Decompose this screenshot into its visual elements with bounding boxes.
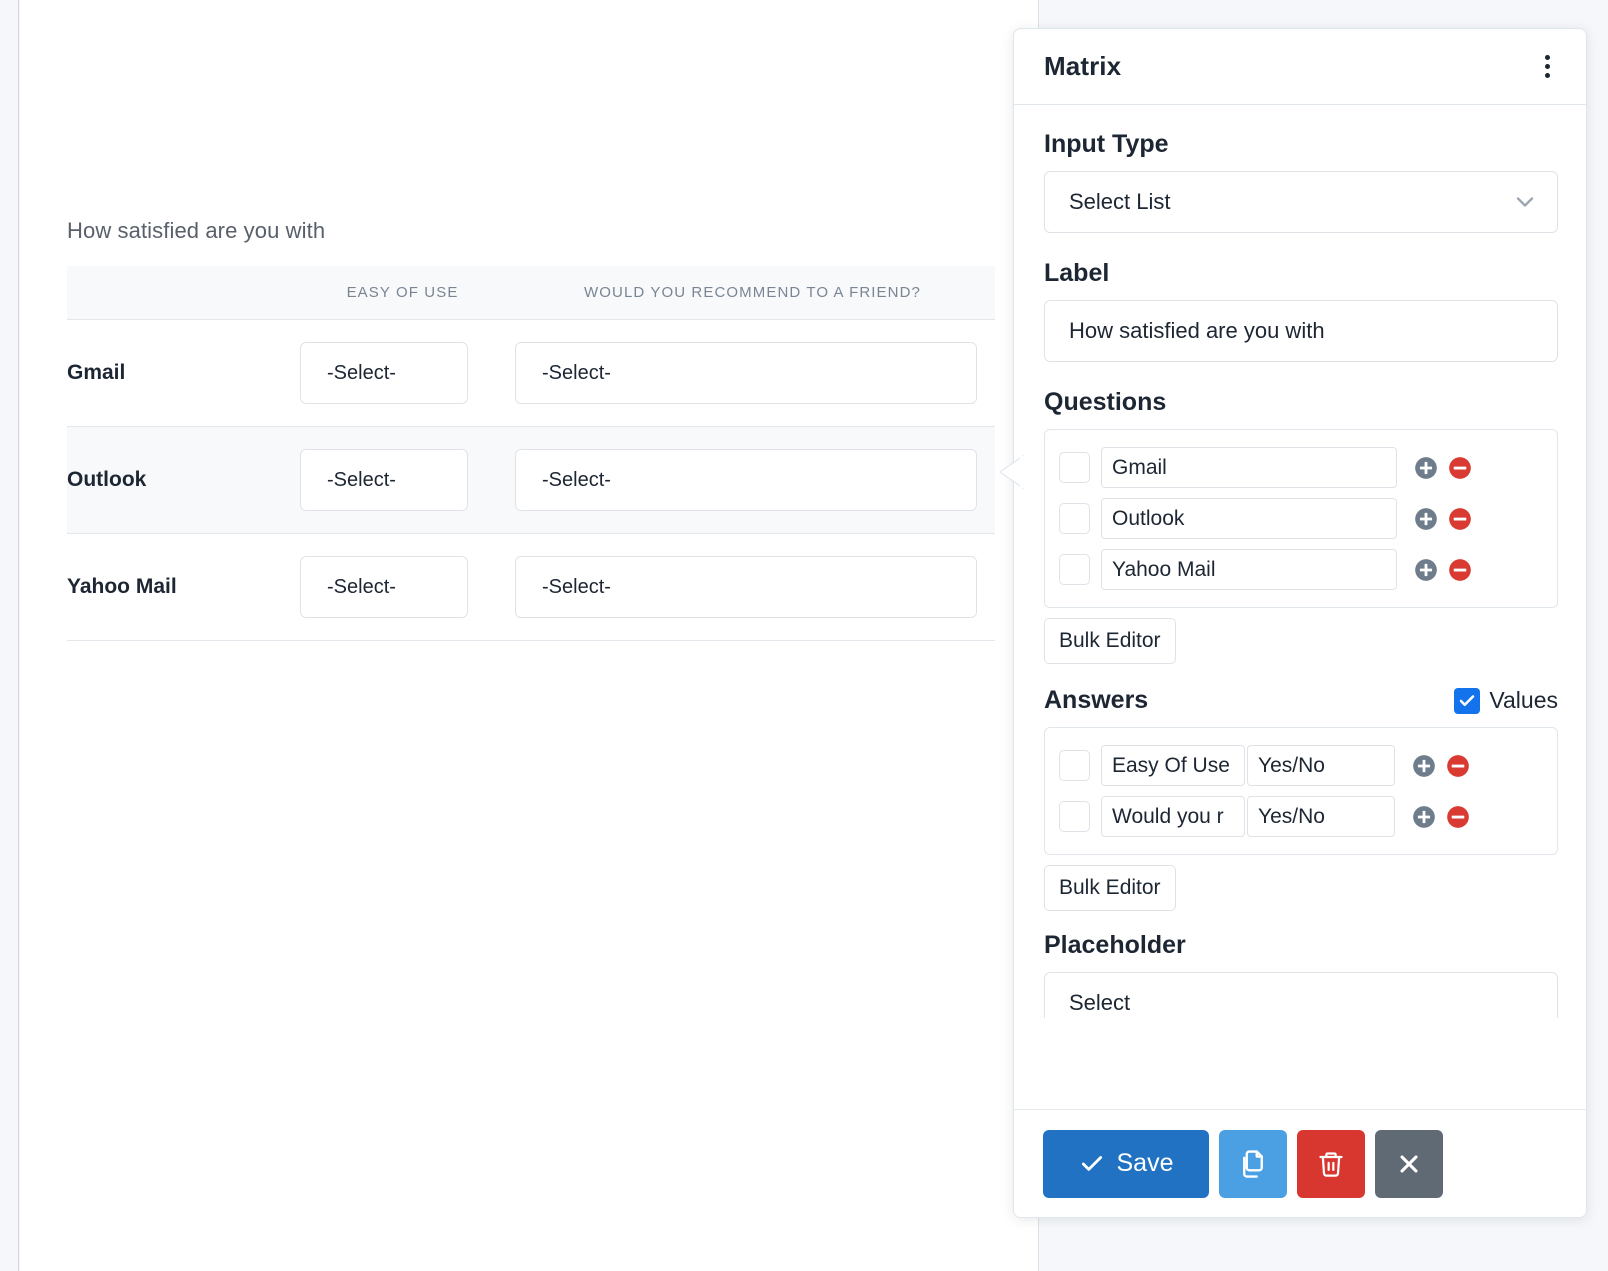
panel-body: Input Type Select List Label How satisfi… [1014,106,1587,1129]
list-item: Gmail [1059,442,1543,493]
answer-label-input-would-you-recommend[interactable]: Would you r [1101,796,1245,837]
close-button[interactable] [1375,1130,1443,1198]
matrix-header-row: EASY OF USE WOULD YOU RECOMMEND TO A FRI… [67,266,995,320]
save-button-label: Save [1117,1149,1174,1178]
answer-value-input-easy-of-use[interactable]: Yes/No [1247,745,1395,786]
answer-checkbox-easy-of-use[interactable] [1059,750,1090,781]
matrix-table-head: EASY OF USE WOULD YOU RECOMMEND TO A FRI… [67,266,995,320]
matrix-row-label-yahoo-mail: Yahoo Mail [67,534,295,641]
question-row-actions [1413,557,1473,583]
matrix-cell-yahoo-recommend: -Select- [510,534,995,641]
remove-circle-icon[interactable] [1445,804,1471,830]
panel-footer: Save [1014,1109,1587,1217]
label-field-label: Label [1044,259,1558,288]
add-circle-icon[interactable] [1413,506,1439,532]
question-checkbox-yahoo-mail[interactable] [1059,554,1090,585]
table-row: Yahoo Mail -Select- -Select- [67,534,995,641]
values-checkbox[interactable] [1454,688,1480,714]
panel-pointer-arrow [998,455,1024,489]
page-title: Matrix [1044,51,1530,82]
placeholder-input[interactable]: Select [1044,972,1558,1018]
matrix-cell-yahoo-easy-of-use: -Select- [295,534,510,641]
chevron-down-icon [1511,188,1539,216]
placeholder-field-clip: Select [1044,972,1558,1018]
matrix-cell-gmail-recommend: -Select- [510,320,995,427]
select-yahoo-easy-of-use[interactable]: -Select- [300,556,468,618]
select-yahoo-recommend[interactable]: -Select- [515,556,977,618]
app-root: How satisfied are you with EASY OF USE W… [0,0,1608,1271]
matrix-table: EASY OF USE WOULD YOU RECOMMEND TO A FRI… [67,266,995,641]
values-label: Values [1489,687,1558,714]
add-circle-icon[interactable] [1411,753,1437,779]
duplicate-button[interactable] [1219,1130,1287,1198]
select-gmail-easy-of-use[interactable]: -Select- [300,342,468,404]
add-circle-icon[interactable] [1413,557,1439,583]
select-outlook-easy-of-use[interactable]: -Select- [300,449,468,511]
table-row: Gmail -Select- -Select- [67,320,995,427]
remove-circle-icon[interactable] [1447,506,1473,532]
input-type-select[interactable]: Select List [1044,171,1558,233]
answer-row-actions [1411,753,1471,779]
question-checkbox-gmail[interactable] [1059,452,1090,483]
save-button[interactable]: Save [1043,1130,1209,1198]
answers-header: Answers Values [1044,686,1558,715]
add-circle-icon[interactable] [1413,455,1439,481]
answer-value-input-would-you-recommend[interactable]: Yes/No [1247,796,1395,837]
list-item: Yahoo Mail [1059,544,1543,595]
question-row-actions [1413,506,1473,532]
matrix-row-label-gmail: Gmail [67,320,295,427]
answer-checkbox-would-you-recommend[interactable] [1059,801,1090,832]
answers-list: Easy Of Use Yes/No [1044,727,1558,855]
values-toggle[interactable]: Values [1454,687,1558,714]
question-input-gmail[interactable]: Gmail [1101,447,1397,488]
matrix-header-recommend: WOULD YOU RECOMMEND TO A FRIEND? [510,266,995,320]
placeholder-label: Placeholder [1044,931,1558,960]
panel-header: Matrix [1014,29,1586,105]
label-input[interactable]: How satisfied are you with [1044,300,1558,362]
question-checkbox-outlook[interactable] [1059,503,1090,534]
matrix-preview: How satisfied are you with EASY OF USE W… [67,218,995,641]
copy-icon [1238,1149,1268,1179]
questions-label: Questions [1044,388,1558,417]
left-gutter [0,0,19,1271]
matrix-table-body: Gmail -Select- -Select- Outlook -Select-… [67,320,995,641]
kebab-menu-icon[interactable] [1530,50,1564,84]
answer-label-input-easy-of-use[interactable]: Easy Of Use [1101,745,1245,786]
select-gmail-recommend[interactable]: -Select- [515,342,977,404]
check-icon [1079,1151,1105,1177]
answers-label: Answers [1044,686,1454,715]
close-icon [1395,1150,1423,1178]
answer-row-actions [1411,804,1471,830]
matrix-settings-panel: Matrix Input Type Select List Label How … [1013,28,1587,1218]
remove-circle-icon[interactable] [1445,753,1471,779]
delete-button[interactable] [1297,1130,1365,1198]
matrix-header-easy-of-use: EASY OF USE [295,266,510,320]
table-row: Outlook -Select- -Select- [67,427,995,534]
remove-circle-icon[interactable] [1447,557,1473,583]
select-outlook-recommend[interactable]: -Select- [515,449,977,511]
matrix-header-corner [67,266,295,320]
answers-bulk-editor-button[interactable]: Bulk Editor [1044,865,1176,911]
matrix-cell-gmail-easy-of-use: -Select- [295,320,510,427]
input-type-label: Input Type [1044,130,1558,159]
question-row-actions [1413,455,1473,481]
list-item: Would you r Yes/No [1059,791,1543,842]
matrix-cell-outlook-easy-of-use: -Select- [295,427,510,534]
matrix-preview-title: How satisfied are you with [67,218,995,244]
question-input-outlook[interactable]: Outlook [1101,498,1397,539]
input-type-value: Select List [1069,189,1511,215]
matrix-cell-outlook-recommend: -Select- [510,427,995,534]
remove-circle-icon[interactable] [1447,455,1473,481]
add-circle-icon[interactable] [1411,804,1437,830]
list-item: Easy Of Use Yes/No [1059,740,1543,791]
questions-bulk-editor-button[interactable]: Bulk Editor [1044,618,1176,664]
trash-icon [1317,1150,1345,1178]
list-item: Outlook [1059,493,1543,544]
matrix-row-label-outlook: Outlook [67,427,295,534]
question-input-yahoo-mail[interactable]: Yahoo Mail [1101,549,1397,590]
questions-list: Gmail [1044,429,1558,608]
